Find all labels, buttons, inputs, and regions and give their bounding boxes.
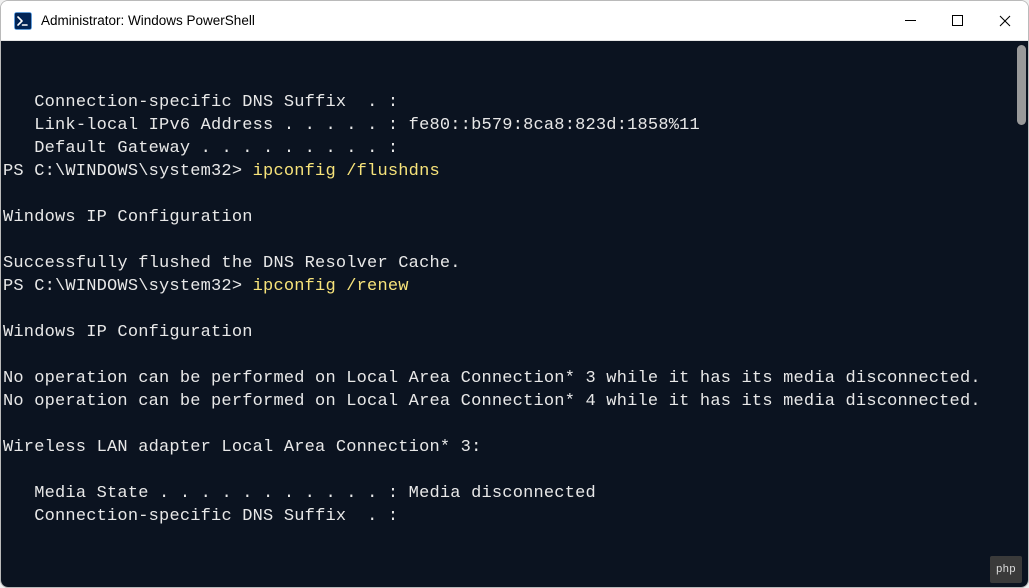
terminal-line: PS C:\WINDOWS\system32> ipconfig /renew [3, 275, 1028, 298]
terminal-line: No operation can be performed on Local A… [3, 367, 1028, 390]
scrollbar-thumb[interactable] [1017, 45, 1026, 125]
command-text: ipconfig /renew [253, 277, 409, 296]
command-text: ipconfig /flushdns [253, 162, 440, 181]
close-button[interactable] [981, 1, 1028, 40]
scrollbar-track[interactable] [1012, 45, 1026, 583]
window-controls [887, 1, 1028, 40]
titlebar[interactable]: Administrator: Windows PowerShell [1, 1, 1028, 41]
watermark-badge: php [990, 556, 1022, 583]
terminal-line: Connection-specific DNS Suffix . : [3, 91, 1028, 114]
terminal-line [3, 344, 1028, 367]
terminal-line: PS C:\WINDOWS\system32> ipconfig /flushd… [3, 160, 1028, 183]
terminal-line: Media State . . . . . . . . . . . : Medi… [3, 482, 1028, 505]
powershell-icon [13, 11, 33, 31]
terminal-line [3, 413, 1028, 436]
terminal-line: Successfully flushed the DNS Resolver Ca… [3, 252, 1028, 275]
terminal-line: Link-local IPv6 Address . . . . . : fe80… [3, 114, 1028, 137]
terminal-line: Windows IP Configuration [3, 206, 1028, 229]
terminal-line: Wireless LAN adapter Local Area Connecti… [3, 436, 1028, 459]
window-title: Administrator: Windows PowerShell [41, 13, 887, 28]
terminal-line [3, 183, 1028, 206]
terminal-line: Default Gateway . . . . . . . . . : [3, 137, 1028, 160]
scrollbar[interactable] [1012, 45, 1026, 583]
powershell-window: Administrator: Windows PowerShell Connec… [0, 0, 1029, 588]
terminal-line [3, 459, 1028, 482]
terminal-output[interactable]: Connection-specific DNS Suffix . : Link-… [1, 41, 1028, 587]
terminal-line [3, 298, 1028, 321]
maximize-button[interactable] [934, 1, 981, 40]
prompt-text: PS C:\WINDOWS\system32> [3, 277, 253, 296]
terminal-line: No operation can be performed on Local A… [3, 390, 1028, 413]
terminal-line: Connection-specific DNS Suffix . : [3, 505, 1028, 528]
terminal-line: Windows IP Configuration [3, 321, 1028, 344]
prompt-text: PS C:\WINDOWS\system32> [3, 162, 253, 181]
terminal-line [3, 229, 1028, 252]
minimize-button[interactable] [887, 1, 934, 40]
